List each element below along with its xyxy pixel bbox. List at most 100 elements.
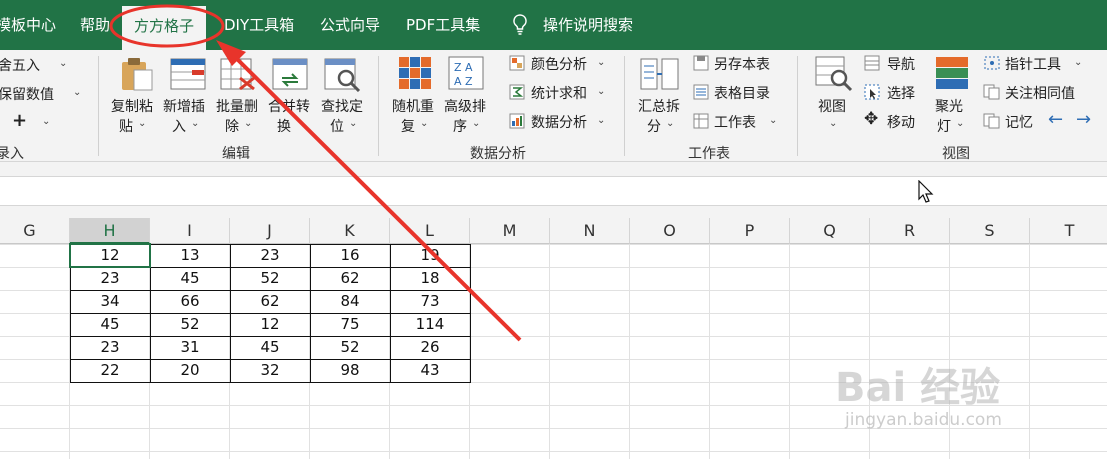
table-cell[interactable]: 26 xyxy=(390,336,470,359)
summary-split-button[interactable]: 汇总拆 xyxy=(638,96,680,116)
insert-button-line2[interactable]: 入 xyxy=(172,116,186,136)
copy-paste-button[interactable]: 复制粘 xyxy=(111,96,153,116)
column-header-n[interactable]: N xyxy=(550,218,630,244)
find-locate-button-line2[interactable]: 位 xyxy=(330,116,344,136)
table-cell[interactable]: 75 xyxy=(310,313,390,336)
table-cell[interactable]: 43 xyxy=(390,359,470,382)
table-cell[interactable]: 31 xyxy=(150,336,230,359)
table-cell[interactable]: 32 xyxy=(230,359,310,382)
column-header-k[interactable]: K xyxy=(310,218,390,244)
spotlight-button-line2[interactable]: 灯 xyxy=(937,116,951,136)
column-header-m[interactable]: M xyxy=(470,218,550,244)
chevron-down-icon: ⌄ xyxy=(597,115,606,126)
column-header-p[interactable]: P xyxy=(710,218,790,244)
stats-sum-button[interactable]: 统计求和 xyxy=(531,83,587,103)
move-button[interactable]: 移动 xyxy=(887,112,915,132)
insert-button[interactable]: 新增插 xyxy=(163,96,205,116)
tab-formula-wizard[interactable]: 公式向导 xyxy=(320,0,380,50)
table-cell[interactable]: 52 xyxy=(230,267,310,290)
column-header-s[interactable]: S xyxy=(950,218,1030,244)
table-border-h xyxy=(70,382,470,383)
data-analysis-button[interactable]: 数据分析 xyxy=(531,112,587,132)
view-button[interactable]: 视图 xyxy=(818,96,846,116)
memory-button[interactable]: 记忆 xyxy=(1005,112,1033,132)
column-header-l[interactable]: L xyxy=(390,218,470,244)
table-cell[interactable]: 66 xyxy=(150,290,230,313)
save-as-button[interactable]: 另存本表 xyxy=(714,54,770,74)
table-cell[interactable]: 62 xyxy=(230,290,310,313)
pointer-tool-button[interactable]: 指针工具 xyxy=(1005,54,1061,74)
column-header-t[interactable]: T xyxy=(1030,218,1107,244)
data-analysis-icon xyxy=(509,113,525,129)
table-cell[interactable]: 114 xyxy=(390,313,470,336)
arrow-left-icon[interactable]: ← xyxy=(1048,109,1063,130)
column-header-i[interactable]: I xyxy=(150,218,230,244)
group-separator xyxy=(98,56,99,156)
table-cell[interactable]: 16 xyxy=(310,244,390,267)
table-cell[interactable]: 73 xyxy=(390,290,470,313)
formula-bar[interactable] xyxy=(0,176,1107,206)
gridline-col xyxy=(709,244,710,459)
tab-help[interactable]: 帮助 xyxy=(80,0,110,50)
worksheet-button[interactable]: 工作表 xyxy=(714,112,756,132)
column-header-h[interactable]: H xyxy=(70,218,150,244)
copy-paste-button-line2[interactable]: 贴 xyxy=(119,116,133,136)
column-header-g[interactable]: G xyxy=(0,218,70,244)
chevron-down-icon: ⌄ xyxy=(191,118,200,129)
gridline-col xyxy=(549,244,550,459)
column-header-j[interactable]: J xyxy=(230,218,310,244)
column-header-q[interactable]: Q xyxy=(790,218,870,244)
table-cell[interactable]: 62 xyxy=(310,267,390,290)
table-cell[interactable]: 13 xyxy=(150,244,230,267)
table-cell[interactable]: 12 xyxy=(230,313,310,336)
spotlight-button[interactable]: 聚光 xyxy=(935,96,963,116)
color-analysis-button[interactable]: 颜色分析 xyxy=(531,54,587,74)
merge-convert-button[interactable]: 合并转 xyxy=(268,96,310,116)
table-cell[interactable]: 22 xyxy=(70,359,150,382)
tab-diy-toolbox[interactable]: DIY工具箱 xyxy=(224,0,294,50)
table-cell[interactable]: 52 xyxy=(150,313,230,336)
table-cell[interactable]: 23 xyxy=(70,267,150,290)
merge-convert-button-line2[interactable]: 换 xyxy=(277,116,291,136)
clipboard-icon xyxy=(122,58,153,91)
random-repeat-button-line2[interactable]: 复 xyxy=(401,116,415,136)
select-button[interactable]: 选择 xyxy=(887,83,915,103)
table-cell[interactable]: 45 xyxy=(150,267,230,290)
table-cell[interactable]: 20 xyxy=(150,359,230,382)
table-cell[interactable]: 98 xyxy=(310,359,390,382)
summary-split-button-line2[interactable]: 分 xyxy=(647,116,661,136)
arrow-right-icon[interactable]: → xyxy=(1076,109,1091,130)
navigation-button[interactable]: 导航 xyxy=(887,54,915,74)
table-cell[interactable]: 52 xyxy=(310,336,390,359)
table-cell[interactable]: 84 xyxy=(310,290,390,313)
table-cell[interactable]: 23 xyxy=(70,336,150,359)
sort-az-icon: Z A A Z xyxy=(448,56,484,90)
keep-values-button[interactable]: 保留数值 xyxy=(0,84,54,104)
round-button[interactable]: 舍五入 xyxy=(0,55,40,75)
tab-fangfang[interactable]: 方方格子 xyxy=(122,6,207,50)
stats-sum-icon xyxy=(509,84,525,100)
table-cell[interactable]: 23 xyxy=(230,244,310,267)
plus-button[interactable]: + xyxy=(12,110,27,131)
advanced-sort-button[interactable]: 高级排 xyxy=(444,96,486,116)
column-header-o[interactable]: O xyxy=(630,218,710,244)
table-cell[interactable]: 45 xyxy=(230,336,310,359)
advanced-sort-button-line2[interactable]: 序 xyxy=(453,116,467,136)
table-cell[interactable]: 45 xyxy=(70,313,150,336)
random-repeat-button[interactable]: 随机重 xyxy=(392,96,434,116)
tab-pdf-tools[interactable]: PDF工具集 xyxy=(406,0,480,50)
batch-delete-button[interactable]: 批量删 xyxy=(216,96,258,116)
table-cell[interactable]: 18 xyxy=(390,267,470,290)
tab-template-center[interactable]: 模板中心 xyxy=(0,0,56,50)
table-cell[interactable]: 19 xyxy=(390,244,470,267)
table-toc-button[interactable]: 表格目录 xyxy=(714,83,770,103)
active-cell-outline xyxy=(69,243,151,268)
column-header-r[interactable]: R xyxy=(870,218,950,244)
pointer-tool-icon xyxy=(984,56,1000,70)
table-cell[interactable]: 34 xyxy=(70,290,150,313)
tell-me-search[interactable]: 操作说明搜索 xyxy=(543,0,633,50)
batch-delete-button-line2[interactable]: 除 xyxy=(225,116,239,136)
focus-same-values-button[interactable]: 关注相同值 xyxy=(1005,83,1075,103)
batch-delete-icon xyxy=(220,58,255,90)
find-locate-button[interactable]: 查找定 xyxy=(321,96,363,116)
